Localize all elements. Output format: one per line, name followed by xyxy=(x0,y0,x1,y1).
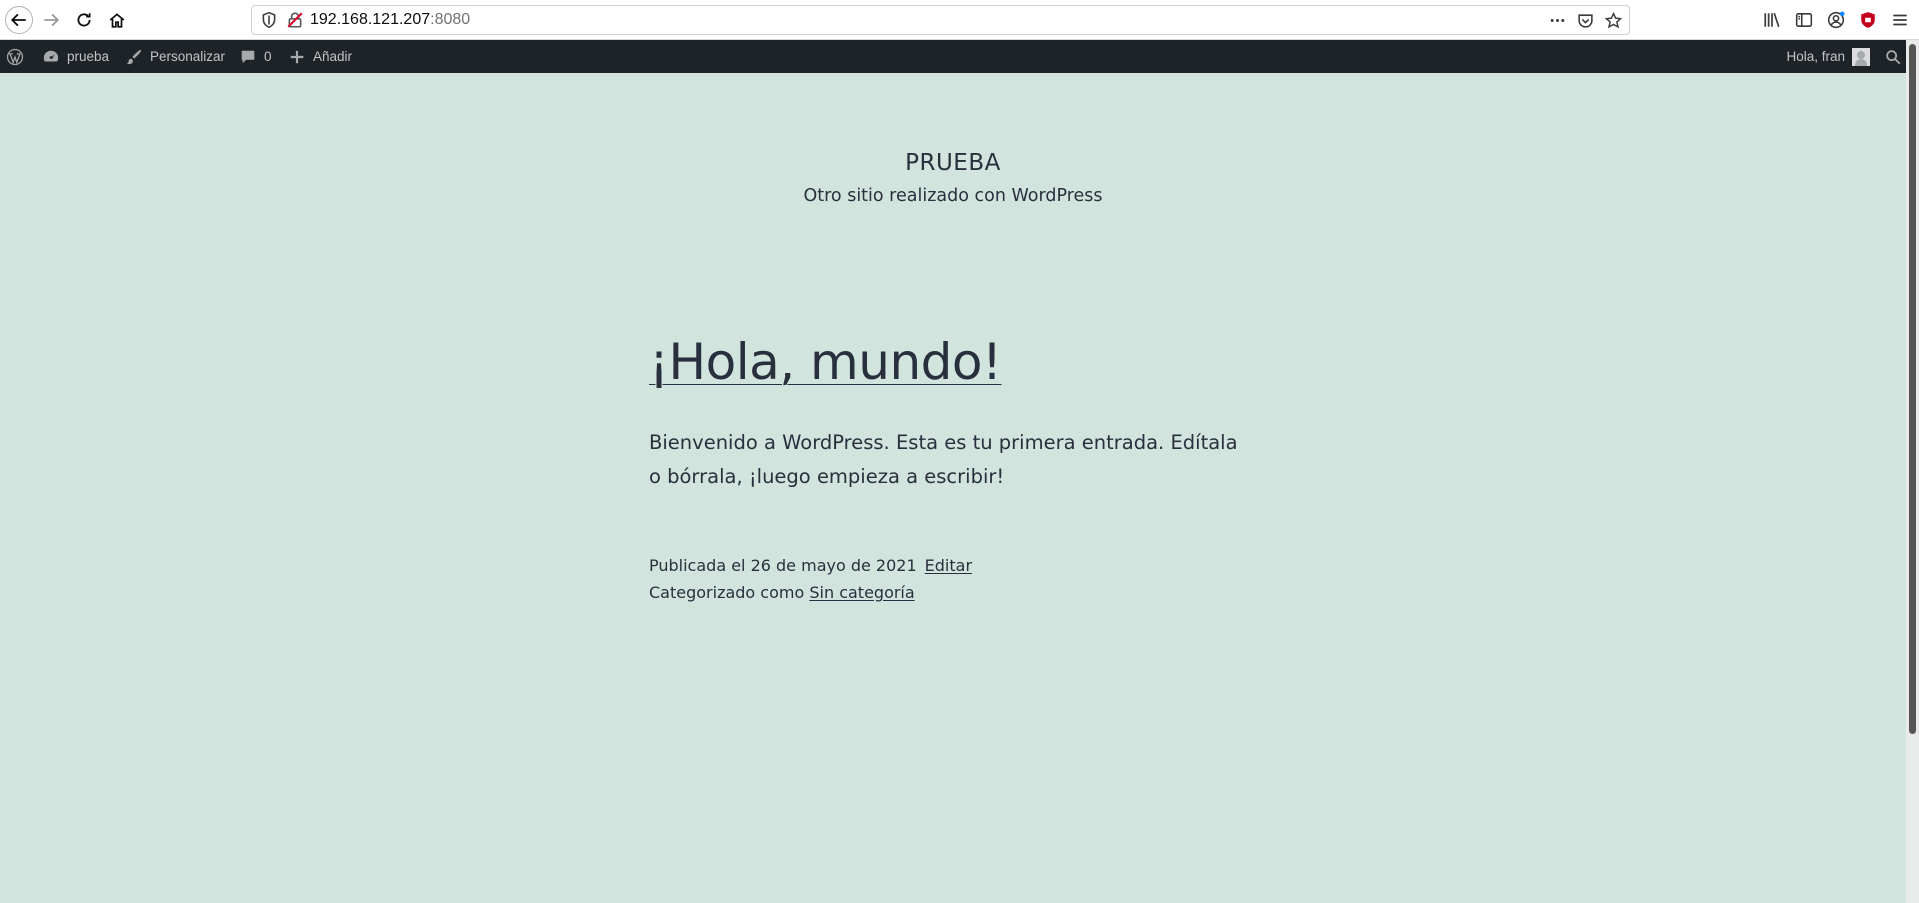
menu-button[interactable] xyxy=(1889,9,1911,31)
howdy-label: Hola, fran xyxy=(1786,49,1845,64)
shield-icon[interactable] xyxy=(260,11,278,29)
account-icon xyxy=(1827,11,1845,29)
category-prefix: Categorizado como xyxy=(649,583,805,602)
adminbar-search[interactable] xyxy=(1884,40,1902,73)
new-content-menu[interactable]: Añadir xyxy=(288,40,352,73)
url-actions xyxy=(1547,10,1623,30)
wordpress-logo-icon xyxy=(6,48,24,65)
site-name-menu[interactable]: prueba xyxy=(42,40,109,73)
paintbrush-icon xyxy=(126,49,142,64)
my-account-menu[interactable]: Hola, fran xyxy=(1786,40,1870,73)
edit-post-link[interactable]: Editar xyxy=(925,556,972,575)
back-button[interactable] xyxy=(5,6,33,34)
toolbar-right xyxy=(1761,9,1919,31)
plus-icon xyxy=(290,50,304,63)
star-icon xyxy=(1604,11,1622,28)
insecure-lock-icon[interactable] xyxy=(286,11,304,29)
hamburger-menu-icon xyxy=(1893,14,1907,26)
post-meta: Publicada el 26 de mayo de 2021 Editar Ca… xyxy=(649,552,1249,606)
home-button[interactable] xyxy=(103,6,131,34)
bookmark-star-button[interactable] xyxy=(1603,10,1623,30)
url-host: 192.168.121.207 xyxy=(310,11,431,28)
post-title-link[interactable]: ¡Hola, mundo! xyxy=(649,330,1249,394)
post-content: Bienvenido a WordPress. Esta es tu prime… xyxy=(649,431,1238,488)
site-description: Otro sitio realizado con WordPress xyxy=(803,186,1103,206)
url-bar[interactable]: 192.168.121.207:8080 xyxy=(251,5,1630,35)
post-category-line: Categorizado como Sin categoría xyxy=(649,579,1249,606)
new-content-label: Añadir xyxy=(313,49,353,64)
library-icon xyxy=(1764,12,1780,28)
site-name-label: prueba xyxy=(67,49,110,64)
url-text[interactable]: 192.168.121.207:8080 xyxy=(310,11,470,29)
customize-link[interactable]: Personalizar xyxy=(125,40,225,73)
ublock-extension-button[interactable] xyxy=(1857,9,1879,31)
reload-icon xyxy=(77,13,91,27)
account-button[interactable] xyxy=(1825,9,1847,31)
avatar xyxy=(1852,47,1870,66)
page-actions-button[interactable] xyxy=(1547,10,1567,30)
scrollbar-thumb[interactable] xyxy=(1909,44,1916,734)
forward-button[interactable] xyxy=(37,6,65,34)
wp-admin-bar: prueba Personalizar 0 Añadir Hola, fran xyxy=(0,40,1906,73)
page-scrollbar[interactable] xyxy=(1906,40,1919,903)
search-icon xyxy=(1886,49,1901,64)
post-article: ¡Hola, mundo! Bienvenido a WordPress. Es… xyxy=(649,330,1249,606)
post-date-line: Publicada el 26 de mayo de 2021 Editar xyxy=(649,552,1249,579)
more-icon xyxy=(1550,18,1564,22)
sidebar-button[interactable] xyxy=(1793,9,1815,31)
customize-label: Personalizar xyxy=(150,49,226,64)
home-icon xyxy=(109,13,125,28)
comment-bubble-icon xyxy=(241,50,255,63)
category-link[interactable]: Sin categoría xyxy=(809,583,914,602)
site-title[interactable]: PRUEBA xyxy=(0,150,1906,176)
url-port: :8080 xyxy=(430,11,471,28)
library-button[interactable] xyxy=(1761,9,1783,31)
sidebar-icon xyxy=(1795,13,1813,27)
reload-button[interactable] xyxy=(70,6,98,34)
pocket-button[interactable] xyxy=(1575,10,1595,30)
shield-extension-icon xyxy=(1861,12,1875,28)
arrow-right-icon xyxy=(44,13,60,27)
wp-logo-menu[interactable] xyxy=(6,40,24,73)
post-published-date: Publicada el 26 de mayo de 2021 xyxy=(649,556,917,575)
pocket-icon xyxy=(1577,13,1593,28)
arrow-left-icon xyxy=(10,13,26,27)
browser-toolbar: 192.168.121.207:8080 xyxy=(0,0,1919,40)
comments-link[interactable]: 0 xyxy=(239,40,272,73)
dashboard-icon xyxy=(43,50,59,61)
comments-count: 0 xyxy=(264,49,272,64)
